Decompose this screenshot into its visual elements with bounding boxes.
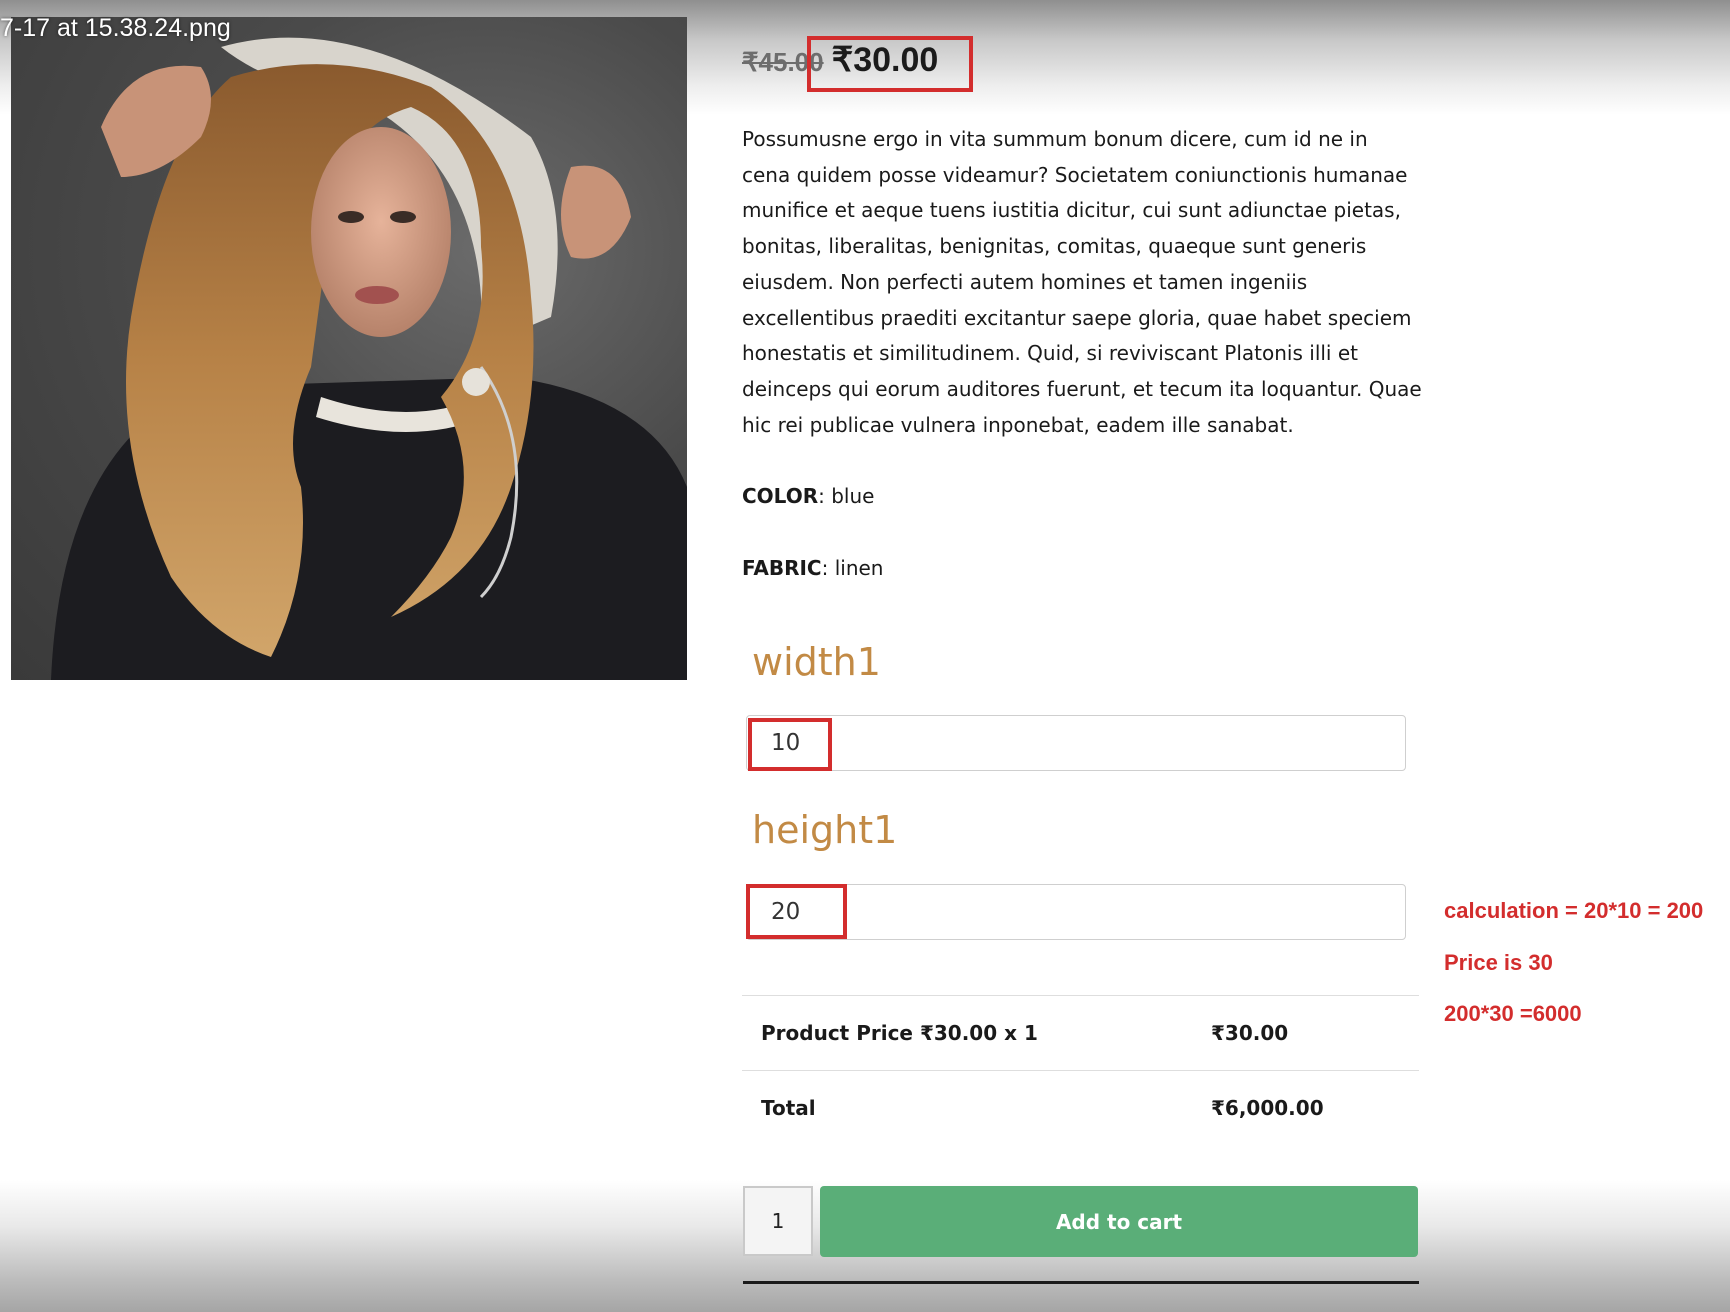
price-highlight-box xyxy=(807,36,973,92)
model-illustration xyxy=(51,37,687,680)
total-value: ₹6,000.00 xyxy=(1211,1096,1324,1120)
annotation-calculation: calculation = 20*10 = 200 xyxy=(1444,898,1704,923)
attribute-fabric: FABRIC: linen xyxy=(742,556,883,580)
width-label: width1 xyxy=(752,640,881,684)
summary-row-total: Total ₹6,000.00 xyxy=(742,1070,1419,1145)
summary-row-product-price: Product Price ₹30.00 x 1 ₹30.00 xyxy=(742,995,1419,1070)
attribute-color-name: COLOR xyxy=(742,484,819,508)
height-input[interactable] xyxy=(746,884,1406,940)
annotation-price: Price is 30 xyxy=(1444,950,1553,975)
width-input[interactable] xyxy=(746,715,1406,771)
total-label: Total xyxy=(761,1096,816,1120)
attribute-color-value: : blue xyxy=(818,484,875,508)
attribute-fabric-value: : linen xyxy=(821,556,884,580)
add-to-cart-button[interactable]: Add to cart xyxy=(820,1186,1418,1257)
height-label: height1 xyxy=(752,808,898,852)
product-price-label: Product Price ₹30.00 x 1 xyxy=(761,1021,1038,1045)
screenshot-file-title: 7-17 at 15.38.24.png xyxy=(0,14,231,42)
attribute-fabric-name: FABRIC xyxy=(742,556,822,580)
quantity-input[interactable]: 1 xyxy=(743,1186,813,1256)
product-image[interactable] xyxy=(11,17,687,680)
product-price-value: ₹30.00 xyxy=(1211,1021,1289,1045)
product-description: Possumusne ergo in vita summum bonum dic… xyxy=(742,127,1422,437)
divider xyxy=(743,1281,1419,1284)
attribute-color: COLOR: blue xyxy=(742,484,874,508)
annotation-total: 200*30 =6000 xyxy=(1444,1001,1582,1026)
price-summary-table: Product Price ₹30.00 x 1 ₹30.00 Total ₹6… xyxy=(742,995,1419,1145)
